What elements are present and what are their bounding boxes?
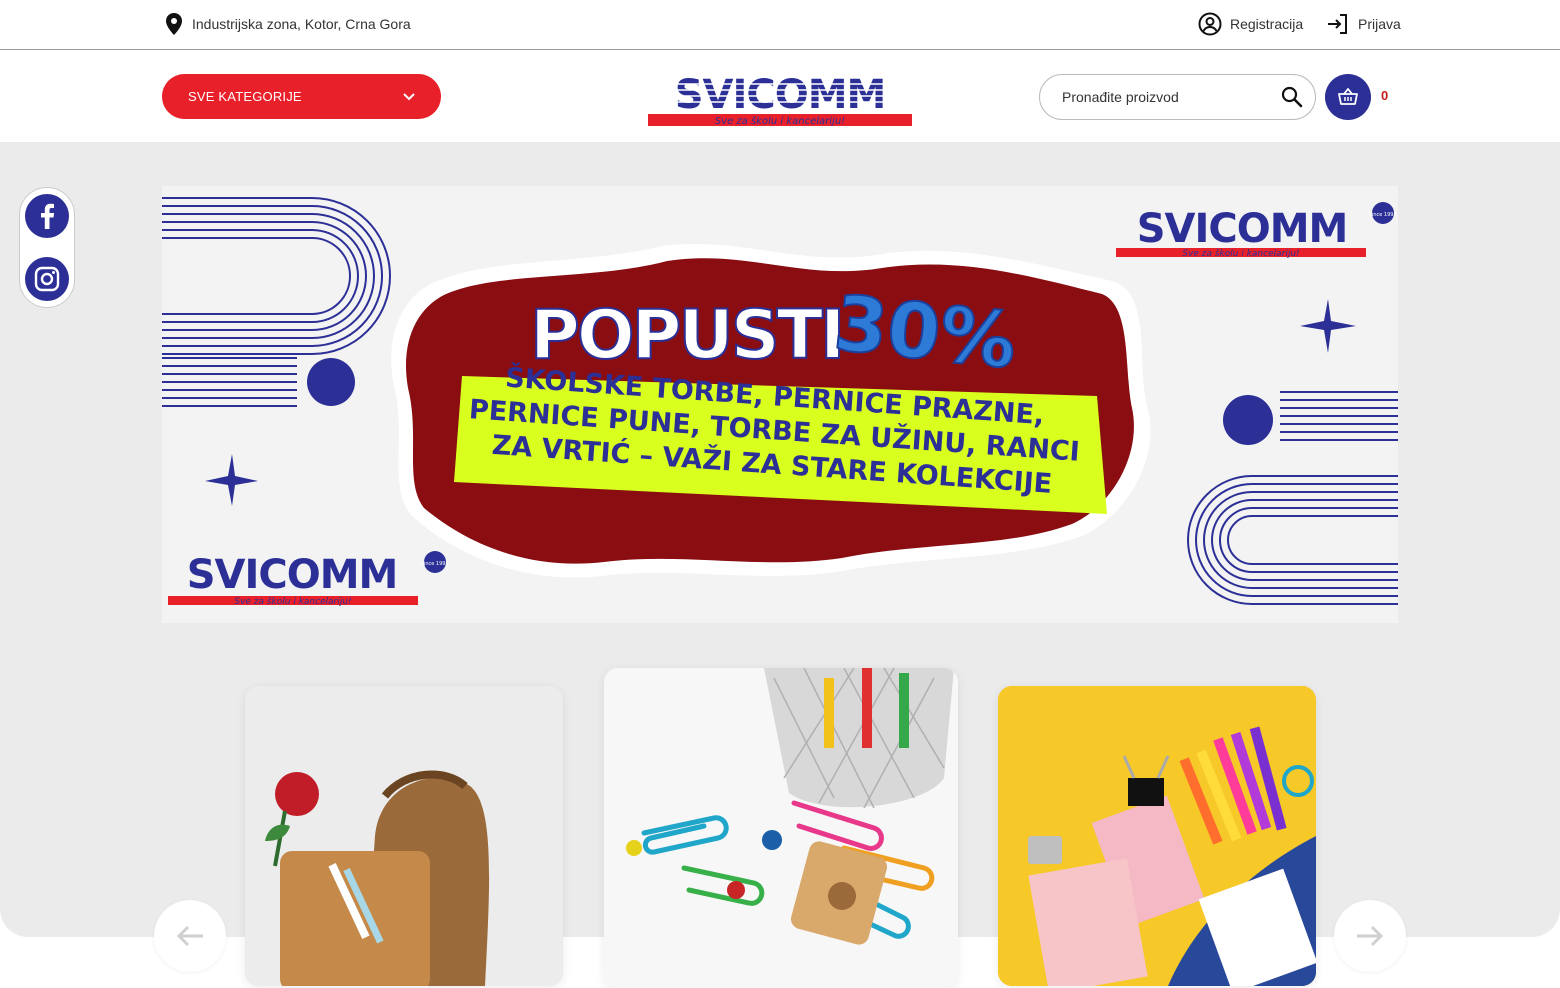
carousel-next-button[interactable] [1334, 900, 1406, 972]
category-card-office-supplies[interactable] [604, 668, 958, 988]
cart-button[interactable] [1325, 74, 1371, 120]
login-label: Prijava [1358, 16, 1401, 32]
instagram-icon [34, 266, 60, 292]
paperclips-image [604, 668, 958, 988]
svg-text:SVICOMM: SVICOMM [187, 552, 398, 598]
logo-wordmark: SVICOMM [675, 72, 886, 118]
register-link[interactable]: Registracija [1198, 12, 1303, 36]
banner-headline: POPUSTI [530, 296, 842, 375]
svg-text:SVICOMM: SVICOMM [1137, 206, 1348, 252]
site-header: SVE KATEGORIJE SVICOMM Sve za školu i ka… [0, 51, 1560, 142]
basket-icon [1338, 88, 1358, 105]
facebook-link[interactable] [25, 194, 69, 238]
facebook-icon [41, 203, 55, 229]
all-categories-button[interactable]: SVE KATEGORIJE [162, 74, 441, 119]
cart-count: 0 [1381, 88, 1389, 103]
site-logo[interactable]: SVICOMM Sve za školu i kancelariju! [648, 72, 912, 128]
arrow-left-icon [176, 925, 203, 947]
pencils-image [998, 686, 1316, 986]
top-bar: Industrijska zona, Kotor, Crna Gora Regi… [0, 0, 1560, 50]
search-input[interactable] [1062, 89, 1262, 105]
arrow-right-icon [1357, 925, 1384, 947]
svg-text:Sve za školu i kancelariju!: Sve za školu i kancelariju! [1182, 248, 1299, 259]
backpack-image [245, 686, 563, 986]
carousel-prev-button[interactable] [154, 900, 226, 972]
search-box [1039, 74, 1316, 120]
register-label: Registracija [1230, 16, 1304, 32]
location-text: Industrijska zona, Kotor, Crna Gora [192, 16, 411, 32]
category-card-school-supplies[interactable] [998, 686, 1316, 986]
search-icon[interactable] [1281, 86, 1303, 108]
sign-in-icon [1328, 14, 1347, 34]
social-sidebar [19, 187, 75, 308]
svg-text:since 1993: since 1993 [421, 561, 448, 567]
instagram-link[interactable] [25, 257, 69, 301]
logo-tagline: Sve za školu i kancelariju! [715, 115, 845, 127]
chevron-down-icon [403, 92, 415, 100]
category-card-bags[interactable] [245, 686, 563, 986]
promo-banner[interactable]: POPUSTI 30% ŠKOLSKE TORBE, PERNICE PRAZN… [162, 186, 1398, 623]
user-circle-icon [1198, 12, 1222, 36]
all-categories-label: SVE KATEGORIJE [188, 89, 302, 104]
location-pin-icon [166, 13, 182, 35]
svg-text:Sve za školu i kancelariju!: Sve za školu i kancelariju! [234, 596, 351, 607]
login-link[interactable]: Prijava [1326, 12, 1401, 36]
store-location: Industrijska zona, Kotor, Crna Gora [165, 13, 411, 35]
svg-text:since 1993: since 1993 [1369, 212, 1396, 218]
banner-discount: 30% [830, 278, 1020, 386]
